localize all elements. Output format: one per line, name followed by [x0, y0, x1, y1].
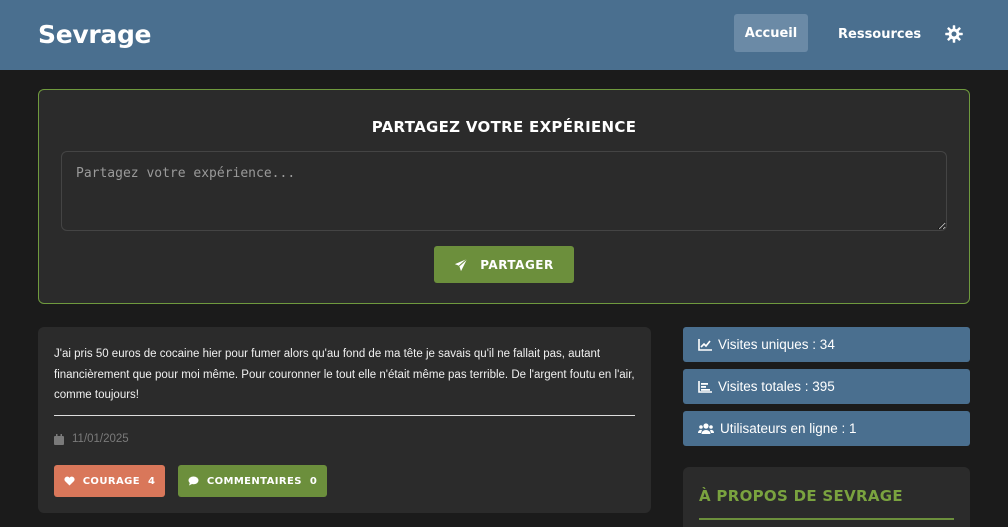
courage-count: 4 — [147, 475, 156, 487]
comments-count: 0 — [309, 475, 318, 487]
stat-total-visits: Visites totales : 395 — [683, 369, 970, 404]
post-card: J'ai pris 50 euros de cocaine hier pour … — [38, 327, 651, 513]
post-date-text: 11/01/2025 — [72, 433, 129, 445]
heart-icon — [64, 476, 75, 486]
share-button-label: PARTAGER — [480, 257, 554, 272]
theme-toggle-button[interactable] — [942, 22, 966, 46]
comments-label: COMMENTAIRES — [206, 475, 302, 487]
nav-item-ressources[interactable]: Ressources — [826, 18, 933, 50]
post-divider — [54, 415, 635, 416]
about-divider — [699, 518, 954, 520]
courage-button[interactable]: COURAGE 4 — [54, 465, 165, 497]
calendar-icon — [54, 433, 64, 445]
post-date: 11/01/2025 — [54, 433, 129, 445]
nav-item-accueil[interactable]: Accueil — [734, 14, 808, 52]
brand-logo[interactable]: Sevrage — [38, 20, 152, 49]
stat-total-visits-label: Visites totales : 395 — [718, 379, 835, 394]
courage-label: COURAGE — [82, 475, 140, 487]
line-chart-icon — [698, 338, 712, 351]
post-text: J'ai pris 50 euros de cocaine hier pour … — [54, 348, 635, 401]
experience-textarea[interactable] — [61, 151, 947, 231]
share-button[interactable]: PARTAGER — [434, 246, 574, 283]
top-navbar: Sevrage Accueil Ressources — [0, 0, 1008, 70]
share-experience-card: PARTAGEZ VOTRE EXPÉRIENCE PARTAGER — [38, 89, 970, 304]
bar-chart-icon — [698, 380, 712, 393]
paper-plane-icon — [454, 257, 468, 272]
users-icon — [698, 422, 714, 435]
about-card: À PROPOS DE SEVRAGE — [683, 467, 970, 527]
stat-online-users: Utilisateurs en ligne : 1 — [683, 411, 970, 446]
comment-icon — [188, 476, 199, 486]
stat-unique-visits: Visites uniques : 34 — [683, 327, 970, 362]
gear-icon — [944, 24, 964, 44]
share-title: PARTAGEZ VOTRE EXPÉRIENCE — [371, 118, 637, 136]
stat-online-users-label: Utilisateurs en ligne : 1 — [720, 421, 857, 436]
comments-button[interactable]: COMMENTAIRES 0 — [178, 465, 327, 497]
about-title: À PROPOS DE SEVRAGE — [699, 487, 903, 505]
stat-unique-visits-label: Visites uniques : 34 — [718, 337, 835, 352]
